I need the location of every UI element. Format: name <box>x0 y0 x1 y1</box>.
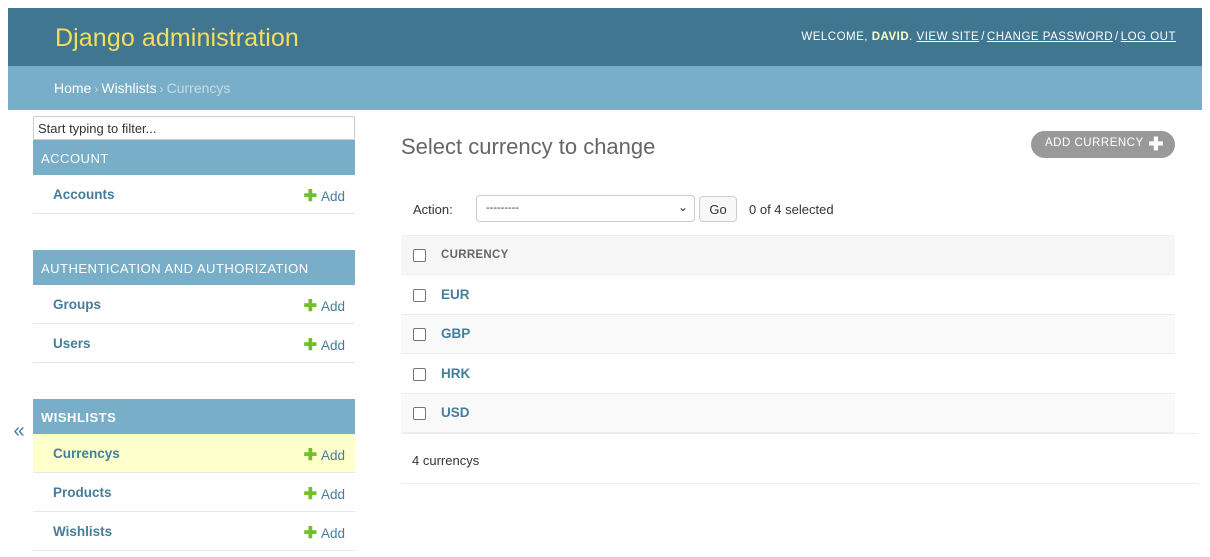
sidebar-filter-input[interactable] <box>33 116 355 140</box>
sidebar-item-groups: Groups ✚ Add <box>33 285 355 324</box>
plus-icon: ✚ <box>303 447 317 464</box>
module-account: ACCOUNT Accounts ✚ Add <box>33 140 355 214</box>
table-row: HRK <box>401 353 1175 394</box>
sidebar-item-label[interactable]: Wishlists <box>53 524 112 539</box>
plus-icon: ✚ <box>303 486 317 503</box>
add-accounts-link[interactable]: ✚ Add <box>304 186 345 206</box>
sidebar-item-users: Users ✚ Add <box>33 324 355 363</box>
add-wishlists-link[interactable]: ✚ Add <box>304 523 345 543</box>
sidebar-item-currencys: Currencys ✚ Add <box>33 434 355 473</box>
sidebar-item-label[interactable]: Groups <box>53 297 101 312</box>
table-row: USD <box>401 393 1175 433</box>
breadcrumb-current: Currencys <box>166 80 231 96</box>
actions-bar: Action: --------- ⌄ Go 0 of 4 selected <box>401 190 1175 228</box>
add-currency-button[interactable]: ADD CURRENCY ✚ <box>1031 131 1175 158</box>
table-row: GBP <box>401 314 1175 354</box>
add-label: Add <box>320 526 345 541</box>
selected-count: 0 of 4 selected <box>749 202 834 217</box>
sidebar-item-wishlists: Wishlists ✚ Add <box>33 512 355 551</box>
collapse-sidebar-icon[interactable]: « <box>10 420 28 443</box>
view-site-link[interactable]: VIEW SITE <box>917 31 980 43</box>
add-label: Add <box>320 189 345 204</box>
add-currencys-link[interactable]: ✚ Add <box>304 445 345 465</box>
sidebar-item-accounts: Accounts ✚ Add <box>33 175 355 214</box>
currency-link[interactable]: GBP <box>441 326 470 341</box>
breadcrumb-home[interactable]: Home <box>54 80 91 96</box>
action-selected-value: --------- <box>486 202 519 214</box>
add-users-link[interactable]: ✚ Add <box>304 335 345 355</box>
table-header-row: CURRENCY <box>401 235 1175 275</box>
header: Django administration WELCOME, DAVID. VI… <box>8 8 1202 66</box>
add-label: Add <box>320 487 345 502</box>
plus-icon: ✚ <box>1148 134 1164 154</box>
go-button[interactable]: Go <box>699 196 737 222</box>
page-title: Select currency to change <box>401 134 656 159</box>
sidebar: ACCOUNT Accounts ✚Add AUTHENTICATION AND… <box>33 116 355 551</box>
currency-link[interactable]: HRK <box>441 366 470 381</box>
sidebar-item-label[interactable]: Users <box>53 336 91 351</box>
sidebar-item-label[interactable]: Currencys <box>53 446 120 461</box>
sidebar-item-products: Products ✚ Add <box>33 473 355 512</box>
log-out-link[interactable]: LOG OUT <box>1121 31 1176 43</box>
module-wishlists: WISHLISTS Currencys ✚ Add Products ✚ Add W… <box>33 399 355 551</box>
add-label: Add <box>320 338 345 353</box>
add-products-link[interactable]: ✚ Add <box>304 484 345 504</box>
breadcrumb: Home › Wishlists › Currencys <box>8 66 1202 110</box>
currency-link[interactable]: USD <box>441 405 470 420</box>
plus-icon: ✚ <box>303 337 317 354</box>
module-caption-auth[interactable]: AUTHENTICATION AND AUTHORIZATION <box>33 250 355 285</box>
plus-icon: ✚ <box>303 188 317 205</box>
paginator: 4 currencys <box>401 433 1198 484</box>
chevron-down-icon: ⌄ <box>677 200 688 214</box>
action-label: Action: <box>413 202 453 217</box>
user-tools: WELCOME, DAVID. VIEW SITE / CHANGE PASSWOR… <box>801 31 1176 43</box>
breadcrumb-wishlists[interactable]: Wishlists <box>101 80 156 96</box>
column-header-currency[interactable]: CURRENCY <box>441 235 1175 275</box>
row-checkbox[interactable] <box>413 288 426 302</box>
module-auth: AUTHENTICATION AND AUTHORIZATION Groups … <box>33 250 355 363</box>
result-table: CURRENCY EUR GBP HRK USD <box>401 235 1175 433</box>
row-checkbox[interactable] <box>413 328 426 342</box>
row-checkbox[interactable] <box>413 407 426 421</box>
welcome-text: WELCOME, <box>801 31 868 43</box>
plus-icon: ✚ <box>303 525 317 542</box>
select-all-checkbox[interactable] <box>413 248 426 262</box>
sidebar-item-label[interactable]: Accounts <box>53 187 115 202</box>
table-row: EUR <box>401 274 1175 315</box>
add-groups-link[interactable]: ✚ Add <box>304 296 345 316</box>
plus-icon: ✚ <box>303 298 317 315</box>
add-label: Add <box>320 299 345 314</box>
select-all-cell <box>401 235 441 275</box>
action-select[interactable]: --------- ⌄ <box>476 195 695 222</box>
row-checkbox[interactable] <box>413 367 426 381</box>
username: DAVID <box>871 31 910 43</box>
sidebar-item-label[interactable]: Products <box>53 485 112 500</box>
site-branding[interactable]: Django administration <box>55 24 299 53</box>
add-currency-label: ADD CURRENCY <box>1045 137 1144 149</box>
module-caption-account[interactable]: ACCOUNT <box>33 140 355 175</box>
add-label: Add <box>320 448 345 463</box>
change-password-link[interactable]: CHANGE PASSWORD <box>987 31 1113 43</box>
currency-link[interactable]: EUR <box>441 287 470 302</box>
module-caption-wishlists[interactable]: WISHLISTS <box>33 399 355 434</box>
